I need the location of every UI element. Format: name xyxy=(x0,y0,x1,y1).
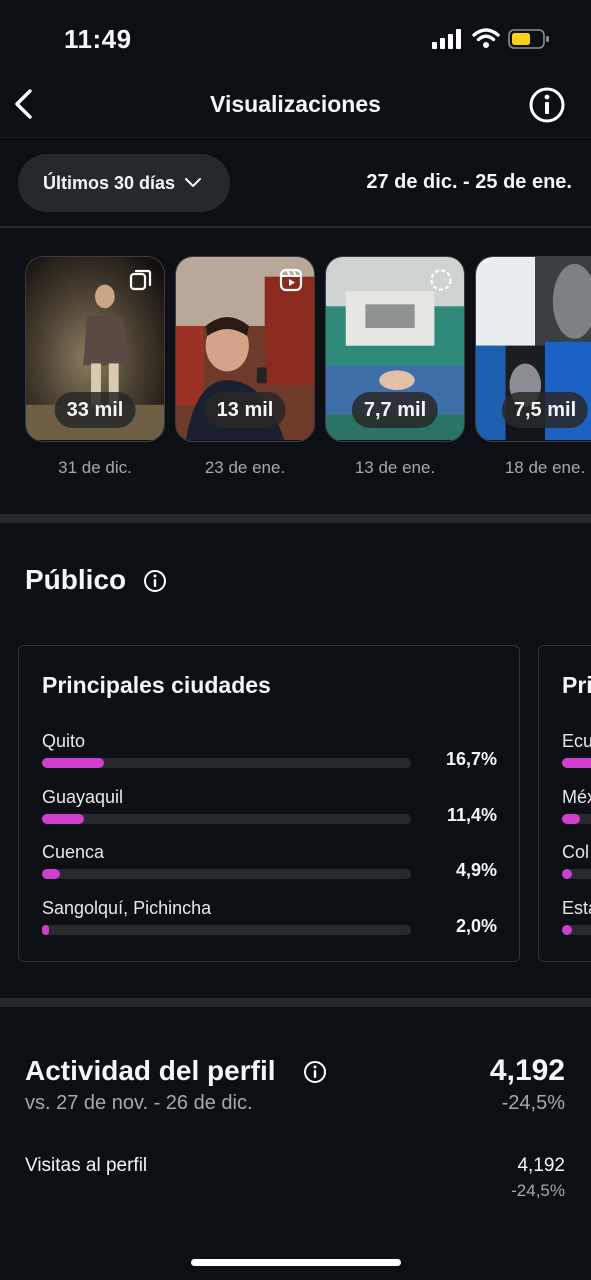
content-thumbnail[interactable]: 33 mil xyxy=(25,256,165,442)
content-date: 23 de ene. xyxy=(204,458,286,477)
country-row: Col xyxy=(562,842,591,886)
date-range-dropdown[interactable]: Últimos 30 días xyxy=(18,154,230,212)
city-row: Quito 16,7% xyxy=(42,731,497,775)
city-name: Sangolquí, Pichincha xyxy=(42,898,212,918)
city-name: Cuenca xyxy=(42,842,105,862)
info-icon[interactable] xyxy=(143,569,167,593)
country-name: Ecu xyxy=(562,731,591,751)
city-name: Guayaquil xyxy=(42,787,124,807)
country-bar xyxy=(562,925,572,935)
country-name: Esta xyxy=(562,898,591,918)
country-name: Col xyxy=(562,842,590,862)
date-range-dropdown-label: Últimos 30 días xyxy=(43,172,176,193)
header: Visualizaciones xyxy=(0,70,591,138)
page-title: Visualizaciones xyxy=(210,91,381,117)
city-bar xyxy=(42,758,104,768)
content-thumbnail[interactable]: 7,7 mil xyxy=(325,256,465,442)
profile-visits-change: -24,5% xyxy=(511,1181,565,1200)
battery-icon xyxy=(508,29,549,49)
filter-row: Últimos 30 días 27 de dic. - 25 de ene. xyxy=(0,138,591,228)
country-row: Méx xyxy=(562,787,591,831)
views-badge: 7,5 mil xyxy=(501,392,589,428)
cellular-signal-icon xyxy=(432,29,461,49)
date-range-text: 27 de dic. - 25 de ene. xyxy=(366,171,572,193)
city-name: Quito xyxy=(42,731,86,751)
city-row: Sangolquí, Pichincha 2,0% xyxy=(42,898,497,942)
country-bar xyxy=(562,814,580,824)
content-date: 13 de ene. xyxy=(354,458,436,477)
city-percent: 4,9% xyxy=(455,860,497,880)
audience-title: Público xyxy=(25,564,127,595)
city-row: Cuenca 4,9% xyxy=(42,842,497,886)
comparison-period: vs. 27 de nov. - 26 de dic. xyxy=(25,1092,253,1114)
views-badge: 7,7 mil xyxy=(351,392,439,428)
status-bar: 11:49 xyxy=(0,0,591,70)
country-row: Esta xyxy=(562,898,591,942)
city-bar xyxy=(42,925,49,935)
city-bar-track xyxy=(42,869,411,879)
status-time: 11:49 xyxy=(64,24,132,54)
city-bar xyxy=(42,869,60,879)
city-bar-track xyxy=(42,925,411,935)
carousel-icon xyxy=(129,269,152,291)
city-bar-track xyxy=(42,814,411,824)
content-date: 31 de dic. xyxy=(58,458,132,477)
content-date: 18 de ene. xyxy=(504,458,586,477)
profile-activity-title: Actividad del perfil xyxy=(25,1055,276,1086)
city-percent: 11,4% xyxy=(446,805,497,825)
top-cities-card: Principales ciudades Quito 16,7% Guayaqu… xyxy=(18,645,520,962)
profile-visits-label: Visitas al perfil xyxy=(25,1155,148,1176)
country-name: Méx xyxy=(562,787,591,807)
country-bar-track xyxy=(562,869,591,879)
views-badge: 33 mil xyxy=(54,392,136,428)
city-bar xyxy=(42,814,84,824)
wifi-icon xyxy=(472,28,500,48)
city-bar-track xyxy=(42,758,411,768)
content-thumbnail[interactable]: 7,5 mil xyxy=(475,256,591,442)
profile-visits-value: 4,192 xyxy=(517,1155,565,1176)
content-thumbnail[interactable]: 13 mil xyxy=(175,256,315,442)
story-ring-icon xyxy=(430,269,452,291)
profile-activity-total: 4,192 xyxy=(489,1054,565,1087)
city-row: Guayaquil 11,4% xyxy=(42,787,497,831)
section-divider xyxy=(0,514,591,523)
top-countries-card[interactable]: Pri Ecu Méx Col Esta xyxy=(538,645,591,962)
city-percent: 16,7% xyxy=(445,749,497,769)
top-content-carousel[interactable]: 33 mil 31 de dic. 13 mil 23 de ene. 7,7 … xyxy=(0,256,591,486)
city-percent: 2,0% xyxy=(455,916,497,936)
views-badge: 13 mil xyxy=(204,392,286,428)
card-title: Pri xyxy=(562,672,591,698)
home-indicator[interactable] xyxy=(191,1259,401,1266)
country-bar-track xyxy=(562,758,591,768)
profile-activity-change: -24,5% xyxy=(501,1092,565,1114)
country-bar xyxy=(562,869,572,879)
card-title: Principales ciudades xyxy=(42,672,271,698)
country-bar-track xyxy=(562,925,591,935)
section-divider xyxy=(0,998,591,1007)
info-icon[interactable] xyxy=(528,86,566,124)
reel-icon xyxy=(279,268,303,292)
info-icon[interactable] xyxy=(303,1060,327,1084)
chevron-down-icon xyxy=(185,178,202,187)
country-bar-track xyxy=(562,814,591,824)
country-bar xyxy=(562,758,591,768)
country-row: Ecu xyxy=(562,731,591,775)
